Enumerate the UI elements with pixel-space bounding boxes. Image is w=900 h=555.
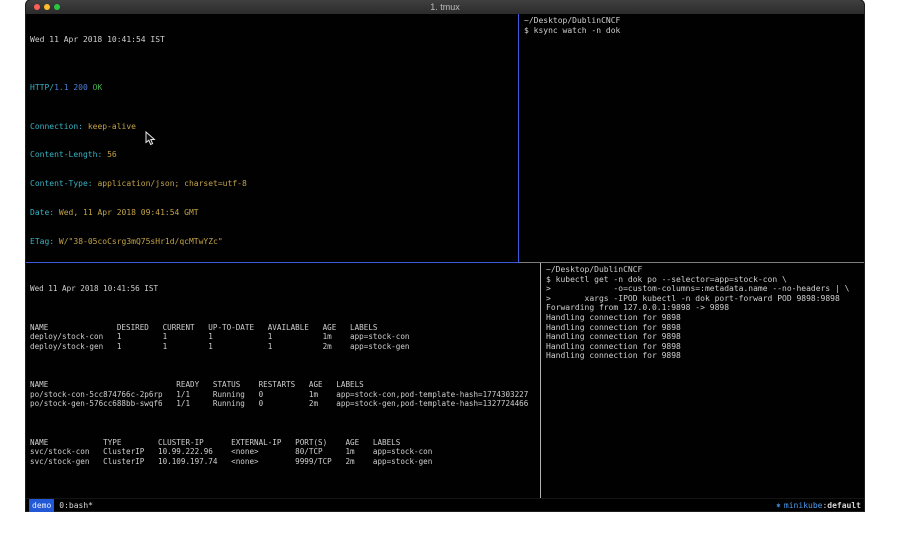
mouse-cursor — [145, 131, 156, 146]
table-header-row: NAME DESIRED CURRENT UP-TO-DATE AVAILABL… — [30, 323, 536, 333]
pane-bottom-right[interactable]: ~/Desktop/DublinCNCF$ kubectl get -n dok… — [542, 263, 864, 498]
kubernetes-icon: ⎈ — [776, 501, 781, 510]
pods-table: NAME READY STATUS RESTARTS AGE LABELSpo/… — [30, 380, 536, 409]
session-name: demo — [29, 499, 54, 512]
minimize-button[interactable] — [44, 4, 50, 10]
http-header: Content-Type: application/json; charset=… — [30, 179, 514, 189]
http-header: Connection: keep-alive — [30, 122, 514, 132]
table-row: svc/stock-gen ClusterIP 10.109.197.74 <n… — [30, 457, 536, 467]
terminal-line: $ kubectl get -n dok po --selector=app=s… — [546, 275, 860, 285]
timestamp: Wed 11 Apr 2018 10:41:56 IST — [30, 284, 536, 294]
http-protocol: HTTP/ — [30, 83, 54, 92]
window-title: 1. tmux — [26, 0, 864, 14]
terminal-line: Handling connection for 9898 — [546, 323, 860, 333]
pane-divider-vertical-bottom[interactable] — [540, 263, 541, 498]
http-reason: OK — [93, 83, 103, 92]
terminal-line: > -o=custom-columns=:metadata.name --no-… — [546, 284, 860, 294]
http-header: Date: Wed, 11 Apr 2018 09:41:54 GMT — [30, 208, 514, 218]
terminal-line: $ ksync watch -n dok — [524, 26, 860, 36]
http-version-code: 1.1 200 — [54, 83, 88, 92]
terminal-line: ~/Desktop/DublinCNCF — [524, 16, 860, 26]
window-tab-bash[interactable]: 0:bash* — [59, 499, 93, 512]
zoom-button[interactable] — [54, 4, 60, 10]
table-header-row: NAME TYPE CLUSTER-IP EXTERNAL-IP PORT(S)… — [30, 438, 536, 448]
pane-divider-vertical-top[interactable] — [518, 14, 519, 262]
pane-divider-horizontal-left[interactable] — [26, 262, 519, 263]
kube-namespace: default — [827, 501, 861, 510]
table-row: po/stock-gen-576cc688bb-swqf6 1/1 Runnin… — [30, 399, 536, 409]
http-header: Content-Length: 56 — [30, 150, 514, 160]
http-header: ETag: W/"38-05coCsrg3mQ75sHr1d/qcMTwYZc" — [30, 237, 514, 247]
table-header-row: NAME READY STATUS RESTARTS AGE LABELS — [30, 380, 536, 390]
table-row: deploy/stock-con 1 1 1 1 1m app=stock-co… — [30, 332, 536, 342]
terminal-line: Handling connection for 9898 — [546, 313, 860, 323]
services-table: NAME TYPE CLUSTER-IP EXTERNAL-IP PORT(S)… — [30, 438, 536, 467]
close-button[interactable] — [34, 4, 40, 10]
traffic-lights — [34, 4, 60, 10]
terminal-line: > xargs -IPOD kubectl -n dok port-forwar… — [546, 294, 860, 304]
table-row: po/stock-con-5cc874766c-2p6rp 1/1 Runnin… — [30, 390, 536, 400]
timestamp: Wed 11 Apr 2018 10:41:54 IST — [30, 35, 514, 45]
http-status-line: HTTP/1.1 200 OK — [30, 83, 514, 93]
status-right: ⎈minikube:default — [776, 499, 861, 512]
terminal-line: Handling connection for 9898 — [546, 342, 860, 352]
pane-bottom-left[interactable]: Wed 11 Apr 2018 10:41:56 IST NAME DESIRE… — [26, 263, 540, 498]
pane-divider-horizontal-right[interactable] — [519, 262, 864, 263]
kube-context: minikube — [784, 501, 823, 510]
terminal-window: 1. tmux Wed 11 Apr 2018 10:41:54 IST HTT… — [26, 0, 864, 511]
terminal-line: ~/Desktop/DublinCNCF — [546, 265, 860, 275]
table-row: svc/stock-con ClusterIP 10.99.222.96 <no… — [30, 447, 536, 457]
tmux-panes: Wed 11 Apr 2018 10:41:54 IST HTTP/1.1 20… — [26, 14, 864, 498]
status-left: demo 0:bash* — [29, 499, 93, 512]
terminal-line: Handling connection for 9898 — [546, 332, 860, 342]
tmux-status-bar: demo 0:bash* ⎈minikube:default — [26, 498, 864, 511]
deployments-table: NAME DESIRED CURRENT UP-TO-DATE AVAILABL… — [30, 323, 536, 352]
terminal-line: Forwarding from 127.0.0.1:9898 -> 9898 — [546, 303, 860, 313]
pane-top-right[interactable]: ~/Desktop/DublinCNCF$ ksync watch -n dok — [520, 14, 864, 262]
table-row: deploy/stock-gen 1 1 1 1 2m app=stock-ge… — [30, 342, 536, 352]
terminal-line: Handling connection for 9898 — [546, 351, 860, 361]
window-titlebar: 1. tmux — [26, 0, 864, 14]
pane-top-left[interactable]: Wed 11 Apr 2018 10:41:54 IST HTTP/1.1 20… — [26, 14, 518, 262]
